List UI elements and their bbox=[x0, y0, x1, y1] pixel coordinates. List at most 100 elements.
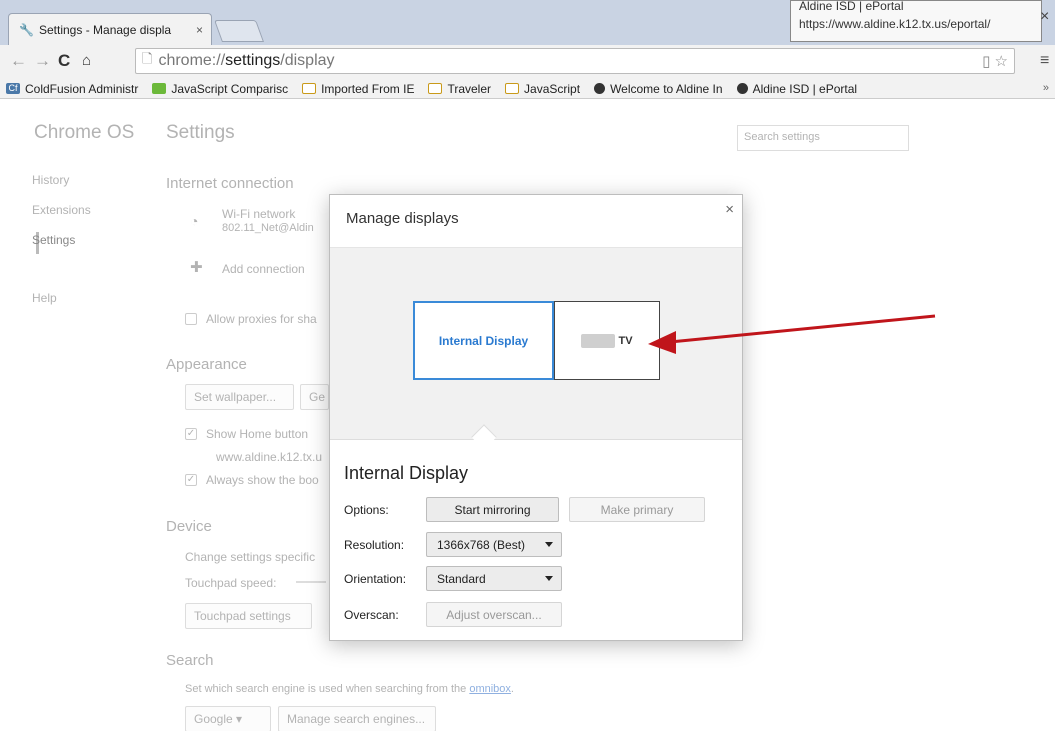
nav-extensions[interactable]: Extensions bbox=[32, 203, 152, 217]
url-path: /display bbox=[280, 52, 335, 69]
resolution-label: Resolution: bbox=[344, 538, 405, 552]
tooltip-url: https://www.aldine.k12.tx.us/eportal/ bbox=[799, 17, 991, 31]
bookmark-label: Aldine ISD | ePortal bbox=[752, 81, 858, 96]
resolution-value: 1366x768 (Best) bbox=[437, 537, 526, 552]
nav-history[interactable]: History bbox=[32, 173, 152, 187]
back-arrow-icon[interactable]: ← bbox=[10, 51, 27, 71]
brand-title: Chrome OS bbox=[34, 122, 135, 143]
tab-title: Settings - Manage displa bbox=[39, 22, 172, 37]
search-desc: Set which search engine is used when sea… bbox=[185, 683, 514, 695]
allow-proxies-checkbox[interactable] bbox=[185, 313, 197, 325]
add-connection-link[interactable]: Add connection bbox=[222, 262, 305, 276]
close-icon[interactable]: × bbox=[725, 201, 734, 218]
touchpad-settings-button[interactable]: Touchpad settings bbox=[185, 603, 312, 629]
url-scheme: chrome:// bbox=[158, 52, 226, 69]
always-bookmarks-checkbox[interactable]: ✓ bbox=[185, 474, 197, 486]
search-engine-select[interactable]: Google ▾ bbox=[185, 706, 271, 731]
search-engine-value: Google bbox=[194, 712, 233, 726]
always-bookmarks-label: Always show the boo bbox=[206, 473, 319, 487]
nav-help[interactable]: Help bbox=[32, 291, 152, 305]
tv-display-label: TV bbox=[618, 334, 633, 347]
orientation-select[interactable]: Standard bbox=[426, 566, 562, 591]
display-arrangement-area: Internal Display TV bbox=[330, 247, 742, 440]
javascript-icon bbox=[152, 83, 167, 94]
globe-icon bbox=[594, 83, 606, 94]
touchpad-speed-label: Touchpad speed: bbox=[185, 576, 277, 590]
tab-close-icon[interactable]: × bbox=[196, 23, 203, 37]
browser-toolbar: ← → C ⌂ 🗋 chrome:// settings /display ▯ … bbox=[0, 45, 1055, 79]
show-home-checkbox[interactable]: ✓ bbox=[185, 428, 197, 440]
link-tooltip: Aldine ISD | ePortal https://www.aldine.… bbox=[790, 0, 1042, 42]
bookmark-star-icon[interactable]: ▯ ☆ bbox=[982, 52, 1008, 70]
tv-display-tile[interactable]: TV bbox=[554, 301, 660, 380]
page-title: Settings bbox=[166, 122, 235, 143]
bookmark-label: JavaScript Comparisc bbox=[171, 81, 289, 96]
wrench-icon: 🔧 bbox=[19, 22, 34, 37]
window-close-icon[interactable]: × bbox=[1040, 8, 1049, 26]
bookmark-coldfusion[interactable]: Cf ColdFusion Administr bbox=[6, 82, 138, 96]
dropdown-caret-icon: ▾ bbox=[236, 712, 243, 726]
folder-icon bbox=[428, 83, 443, 94]
device-desc: Change settings specific bbox=[185, 550, 316, 564]
page-icon: 🗋 bbox=[142, 51, 153, 66]
bookmark-label: Welcome to Aldine In bbox=[610, 81, 723, 96]
url-host: settings bbox=[225, 52, 281, 69]
folder-icon bbox=[302, 83, 317, 94]
bookmarks-overflow-icon[interactable]: » bbox=[1043, 82, 1049, 94]
adjust-overscan-button[interactable]: Adjust overscan... bbox=[426, 602, 562, 627]
tab-settings[interactable]: 🔧 Settings - Manage displa × bbox=[8, 13, 212, 45]
manage-search-engines-button[interactable]: Manage search engines... bbox=[278, 706, 436, 731]
bookmark-aldine-eportal[interactable]: Aldine ISD | ePortal bbox=[736, 81, 858, 96]
selected-display-name: Internal Display bbox=[344, 463, 469, 483]
bookmark-welcome-aldine[interactable]: Welcome to Aldine In bbox=[594, 82, 723, 96]
bookmark-javascript-comparison[interactable]: JavaScript Comparisc bbox=[152, 82, 288, 96]
get-themes-button[interactable]: Ge bbox=[300, 384, 329, 410]
resolution-select[interactable]: 1366x768 (Best) bbox=[426, 532, 562, 557]
search-heading: Search bbox=[166, 652, 214, 669]
overscan-label: Overscan: bbox=[344, 608, 399, 622]
search-settings-input[interactable]: Search settings bbox=[737, 125, 909, 151]
new-tab-button[interactable] bbox=[213, 20, 265, 42]
omnibox-link[interactable]: omnibox bbox=[469, 683, 511, 695]
address-bar[interactable]: 🗋 chrome:// settings /display ▯ ☆ bbox=[135, 48, 1015, 74]
wifi-ssid: 802.11_Net@Aldin bbox=[222, 222, 314, 234]
chrome-menu-icon[interactable]: ≡ bbox=[1040, 52, 1049, 70]
folder-icon bbox=[505, 83, 520, 94]
globe-icon bbox=[736, 83, 748, 94]
chevron-down-icon bbox=[545, 576, 553, 581]
bookmark-label: JavaScript bbox=[524, 81, 581, 96]
appearance-heading: Appearance bbox=[166, 356, 247, 373]
bookmark-javascript[interactable]: JavaScript bbox=[505, 82, 580, 96]
reload-icon[interactable]: C bbox=[58, 51, 70, 71]
search-desc-text: Set which search engine is used when sea… bbox=[185, 683, 470, 695]
bookmarks-bar: Cf ColdFusion Administr JavaScript Compar… bbox=[0, 79, 1055, 99]
options-label: Options: bbox=[344, 503, 389, 517]
bookmark-label: ColdFusion Administr bbox=[25, 81, 139, 96]
make-primary-button[interactable]: Make primary bbox=[569, 497, 705, 522]
manage-displays-dialog: Manage displays × Internal Display TV In… bbox=[329, 194, 743, 641]
dialog-title: Manage displays bbox=[346, 210, 459, 227]
set-wallpaper-button[interactable]: Set wallpaper... bbox=[185, 384, 294, 410]
internal-display-tile[interactable]: Internal Display bbox=[413, 301, 554, 380]
bookmark-imported-from-ie[interactable]: Imported From IE bbox=[302, 82, 414, 96]
bookmark-traveler[interactable]: Traveler bbox=[428, 82, 491, 96]
show-home-label: Show Home button bbox=[206, 427, 309, 441]
plus-icon: ✚ bbox=[190, 259, 203, 276]
search-desc-end: . bbox=[510, 683, 514, 695]
coldfusion-icon: Cf bbox=[6, 83, 20, 94]
nav-settings[interactable]: Settings bbox=[32, 233, 152, 247]
bookmark-label: Imported From IE bbox=[321, 81, 415, 96]
orientation-value: Standard bbox=[437, 571, 486, 586]
internet-heading: Internet connection bbox=[166, 175, 294, 192]
home-icon[interactable]: ⌂ bbox=[82, 52, 91, 69]
redacted-name bbox=[581, 333, 616, 348]
start-mirroring-button[interactable]: Start mirroring bbox=[426, 497, 559, 522]
touchpad-speed-slider[interactable] bbox=[296, 581, 326, 583]
home-url: www.aldine.k12.tx.u bbox=[216, 450, 323, 464]
bookmark-label: Traveler bbox=[447, 81, 492, 96]
orientation-label: Orientation: bbox=[344, 572, 407, 586]
wifi-icon: ◔ bbox=[190, 213, 199, 229]
allow-proxies-label: Allow proxies for sha bbox=[206, 312, 317, 326]
wifi-network-name[interactable]: Wi-Fi network bbox=[222, 207, 295, 221]
forward-arrow-icon[interactable]: → bbox=[34, 51, 51, 71]
